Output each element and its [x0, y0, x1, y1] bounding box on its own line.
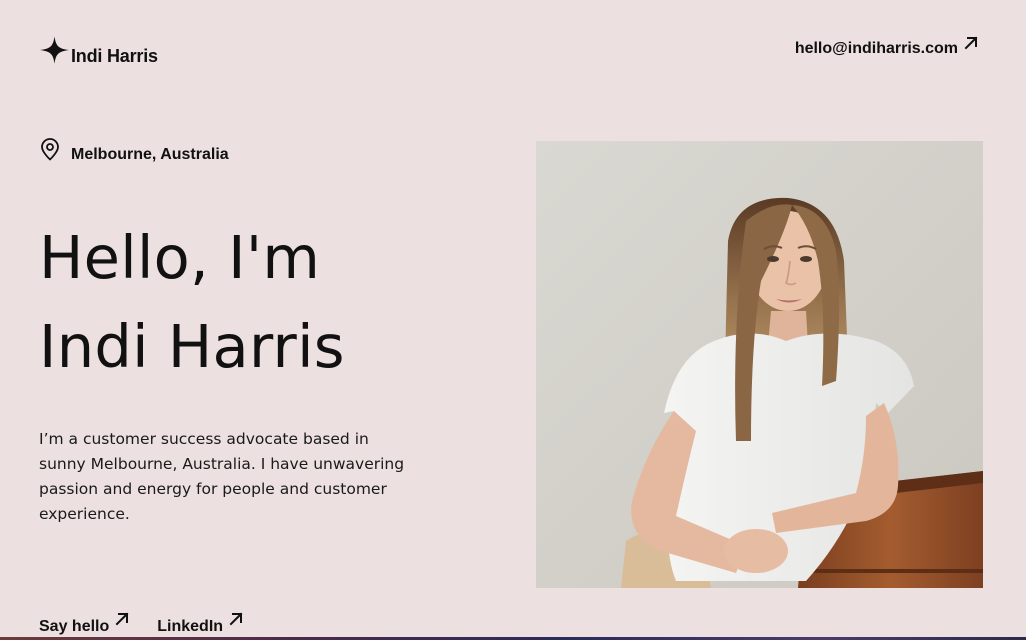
location: Melbourne, Australia: [40, 138, 229, 166]
sparkle-icon: [39, 36, 70, 64]
headline-line-1: Hello, I'm: [39, 223, 321, 292]
linkedin-label: LinkedIn: [157, 618, 224, 635]
site-logo[interactable]: Indi Harris: [39, 36, 158, 66]
say-hello-link[interactable]: Say hello: [39, 612, 129, 636]
linkedin-link[interactable]: LinkedIn: [157, 612, 243, 636]
bio-text: I’m a customer success advocate based in…: [39, 430, 405, 523]
contact-links: Say hello LinkedIn: [39, 612, 271, 636]
say-hello-label: Say hello: [39, 618, 110, 635]
arrow-up-right-icon: [115, 612, 129, 631]
email-link[interactable]: hello@indiharris.com: [795, 36, 978, 58]
email-text: hello@indiharris.com: [794, 40, 958, 57]
arrow-up-right-icon: [229, 612, 243, 631]
page-title: Hello, I'm Indi Harris: [39, 213, 345, 391]
arrow-up-right-icon: [964, 36, 978, 55]
location-text: Melbourne, Australia: [71, 146, 229, 163]
profile-photo: [536, 141, 983, 588]
map-pin-icon: [40, 138, 60, 166]
headline-line-2: Indi Harris: [39, 312, 345, 381]
logo-name: Indi Harris: [71, 46, 158, 66]
